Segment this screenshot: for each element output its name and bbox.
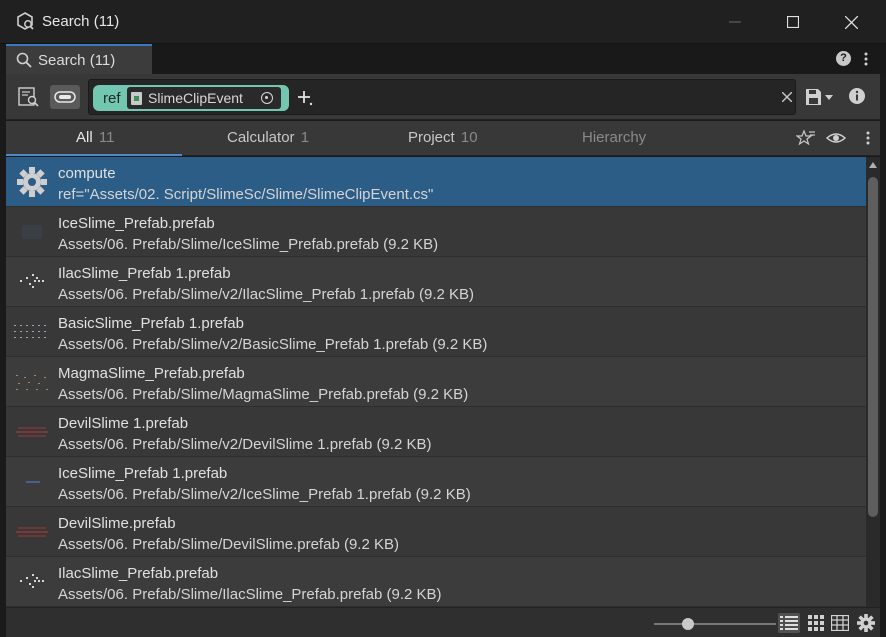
result-path: Assets/06. Prefab/Slime/IlacSlime_Prefab… [58, 586, 442, 603]
prefab-thumbnail-icon [20, 574, 44, 588]
save-search-button[interactable] [804, 85, 836, 109]
prefab-thumbnail-icon [16, 427, 48, 437]
active-tab-indicator [6, 154, 182, 156]
item-size-slider[interactable] [654, 623, 776, 625]
prefab-thumbnail-icon [20, 274, 44, 288]
settings-icon [857, 614, 875, 632]
add-filter-button[interactable] [297, 86, 317, 108]
minimize-icon [729, 21, 741, 23]
result-title: IceSlime_Prefab 1.prefab [58, 465, 228, 482]
result-row[interactable]: IlacSlime_Prefab 1.prefab Assets/06. Pre… [6, 257, 866, 307]
info-button[interactable] [848, 87, 866, 105]
close-icon [781, 91, 793, 103]
script-icon [131, 91, 142, 105]
window-title: Search (11) [42, 13, 120, 30]
settings-button[interactable] [855, 613, 877, 633]
result-row[interactable]: MagmaSlime_Prefab.prefab Assets/06. Pref… [6, 357, 866, 407]
clear-search-button[interactable] [779, 86, 795, 108]
result-row[interactable]: DevilSlime 1.prefab Assets/06. Prefab/Sl… [6, 407, 866, 457]
more-options-icon[interactable] [858, 129, 878, 147]
result-path: Assets/06. Prefab/Slime/DevilSlime.prefa… [58, 536, 399, 553]
prefab-thumbnail-icon [14, 325, 46, 338]
tab-label: Search (11) [38, 51, 116, 69]
result-row[interactable]: IlacSlime_Prefab.prefab Assets/06. Prefa… [6, 557, 866, 607]
filter-tab-hierarchy[interactable]: Hierarchy [582, 129, 646, 146]
result-path: Assets/06. Prefab/Slime/v2/BasicSlime_Pr… [58, 336, 488, 353]
grid-view-button[interactable] [805, 613, 827, 633]
table-view-icon [831, 615, 849, 631]
result-path: Assets/06. Prefab/Slime/IceSlime_Prefab.… [58, 236, 439, 253]
results-scrollbar[interactable] [866, 157, 880, 607]
ref-filter-chip[interactable]: ref SlimeClipEvent [93, 85, 289, 111]
result-path: Assets/06. Prefab/Slime/MagmaSlime_Prefa… [58, 386, 469, 403]
tab-search[interactable]: Search (11) [6, 44, 152, 74]
result-title: DevilSlime.prefab [58, 515, 176, 532]
prefab-thumbnail-icon [26, 481, 40, 483]
result-title: DevilSlime 1.prefab [58, 415, 189, 432]
result-path: Assets/06. Prefab/Slime/v2/DevilSlime 1.… [58, 436, 432, 453]
maximize-icon [787, 16, 799, 28]
toggle-query-mode-button[interactable] [50, 85, 80, 109]
chip-keyword: ref [103, 89, 121, 107]
chip-object-label: SlimeClipEvent [148, 90, 243, 106]
result-title: IlacSlime_Prefab 1.prefab [58, 265, 231, 282]
status-bar [6, 607, 880, 637]
maximize-button[interactable] [764, 0, 822, 44]
chip-object-field[interactable]: SlimeClipEvent [127, 87, 281, 109]
object-picker-icon[interactable] [261, 92, 273, 104]
scrollbar-thumb[interactable] [868, 177, 878, 517]
result-row-compute[interactable]: compute ref="Assets/02. Script/SlimeSc/S… [6, 157, 866, 207]
search-icon [16, 52, 32, 68]
search-query-field[interactable]: ref SlimeClipEvent [88, 79, 796, 115]
prefab-thumbnail-icon [22, 225, 42, 239]
result-path: ref="Assets/02. Script/SlimeSc/Slime/Sli… [58, 186, 434, 203]
scroll-up-arrow-icon[interactable] [869, 162, 877, 168]
item-size-slider-knob[interactable] [682, 618, 694, 630]
list-view-button[interactable] [778, 613, 800, 633]
info-icon [849, 88, 865, 104]
prefab-thumbnail-icon [16, 375, 48, 390]
result-title: IceSlime_Prefab.prefab [58, 215, 215, 232]
search-toolbar: ref SlimeClipEvent [6, 74, 880, 120]
close-button[interactable] [822, 0, 880, 44]
result-row[interactable]: IceSlime_Prefab.prefab Assets/06. Prefab… [6, 207, 866, 257]
filter-tab-all[interactable]: All 11 [76, 129, 114, 146]
result-path: Assets/06. Prefab/Slime/v2/IceSlime_Pref… [58, 486, 471, 503]
result-title: IlacSlime_Prefab.prefab [58, 565, 219, 582]
filter-tab-calculator[interactable]: Calculator 1 [227, 129, 309, 146]
gear-icon [17, 167, 47, 197]
result-title: compute [58, 165, 116, 182]
toggle-icon [54, 91, 76, 103]
filter-tab-project[interactable]: Project 10 [408, 129, 478, 146]
result-title: BasicSlime_Prefab 1.prefab [58, 315, 244, 332]
search-query-builder-button[interactable] [16, 85, 42, 109]
result-row[interactable]: DevilSlime.prefab Assets/06. Prefab/Slim… [6, 507, 866, 557]
results-list: compute ref="Assets/02. Script/SlimeSc/S… [6, 157, 866, 607]
unity-search-app-icon [17, 12, 34, 30]
prefab-thumbnail-icon [16, 527, 48, 537]
result-row[interactable]: IceSlime_Prefab 1.prefab Assets/06. Pref… [6, 457, 866, 507]
visibility-eye-icon[interactable] [826, 129, 846, 147]
result-path: Assets/06. Prefab/Slime/v2/IlacSlime_Pre… [58, 286, 475, 303]
result-row[interactable]: BasicSlime_Prefab 1.prefab Assets/06. Pr… [6, 307, 866, 357]
title-bar: Search (11) [0, 0, 886, 44]
grid-view-icon [808, 615, 824, 631]
more-options-icon[interactable] [858, 49, 874, 69]
query-builder-icon [18, 87, 39, 107]
tab-strip: Search (11) ? [0, 44, 886, 74]
close-icon [844, 15, 858, 29]
favorites-icon[interactable] [796, 129, 816, 147]
save-icon [806, 89, 833, 105]
plus-icon [298, 91, 313, 106]
result-title: MagmaSlime_Prefab.prefab [58, 365, 245, 382]
table-view-button[interactable] [829, 613, 851, 633]
minimize-button[interactable] [706, 0, 764, 44]
help-icon[interactable]: ? [836, 51, 851, 66]
provider-filter-bar: All 11 Calculator 1 Project 10 Hierarchy [6, 121, 880, 156]
list-view-icon [780, 616, 798, 630]
